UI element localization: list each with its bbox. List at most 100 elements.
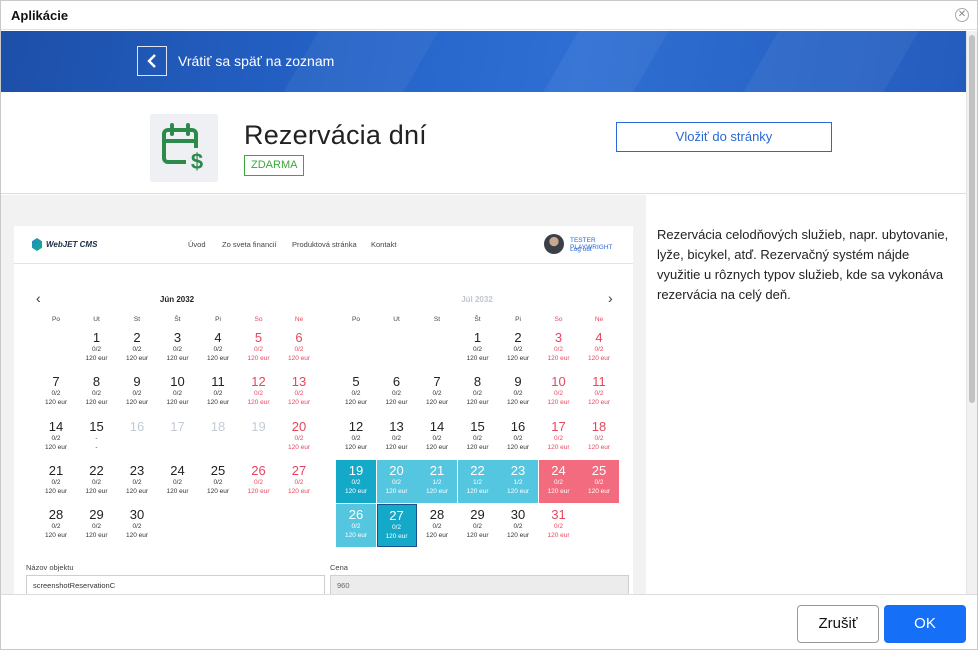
calendar-day[interactable]: 19 — [239, 416, 279, 459]
calendar-day[interactable]: 9 0/2 120 eur — [498, 371, 538, 414]
insert-into-page-button[interactable]: Vložiť do stránky — [616, 122, 832, 152]
day-price: 120 eur — [344, 443, 368, 451]
calendar-day[interactable]: 14 0/2 120 eur — [417, 416, 457, 459]
calendar-day[interactable]: 30 0/2 120 eur — [117, 504, 157, 547]
calendar-day[interactable]: 18 — [198, 416, 238, 459]
calendar-day[interactable]: 1 0/2 120 eur — [458, 327, 498, 370]
close-icon[interactable]: ✕ — [955, 8, 969, 22]
calendar-day[interactable]: 10 0/2 120 eur — [158, 371, 198, 414]
day-number: 14 — [48, 418, 64, 434]
scrollbar[interactable] — [966, 31, 977, 594]
day-price: 120 eur — [587, 443, 611, 451]
day-price: 120 eur — [206, 399, 230, 407]
weekday-label: St — [433, 316, 441, 323]
day-occupancy: 0/2 — [294, 390, 304, 398]
calendar-day[interactable]: 10 0/2 120 eur — [539, 371, 579, 414]
calendar-day[interactable]: 7 0/2 120 eur — [36, 371, 76, 414]
calendar-day[interactable]: 29 0/2 120 eur — [458, 504, 498, 547]
calendar-day[interactable]: 11 0/2 120 eur — [579, 371, 619, 414]
calendar-day[interactable]: 13 0/2 120 eur — [279, 371, 319, 414]
calendar-day[interactable]: 31 0/2 120 eur — [539, 504, 579, 547]
day-number: 3 — [173, 330, 182, 345]
calendar-day[interactable]: 13 0/2 120 eur — [377, 416, 417, 459]
calendar-day[interactable]: 23 0/2 120 eur — [117, 460, 157, 503]
calendar-day[interactable]: 12 0/2 120 eur — [336, 416, 376, 459]
calendar-dollar-icon: $ — [150, 114, 218, 182]
calendar-day[interactable]: 8 0/2 120 eur — [77, 371, 117, 414]
day-number: 24 — [170, 462, 185, 478]
day-price: 120 eur — [44, 399, 68, 407]
calendar-day[interactable]: 16 0/2 120 eur — [498, 416, 538, 459]
day-price: 120 eur — [385, 443, 408, 451]
logo-text: WebJET CMS — [46, 240, 98, 249]
calendar-day[interactable]: 24 0/2 120 eur — [158, 460, 198, 503]
cancel-button[interactable]: Zrušiť — [797, 605, 879, 643]
calendar-day[interactable]: 24 0/2 120 eur — [538, 459, 579, 503]
calendar-day[interactable]: 19 0/2 120 eur — [336, 459, 376, 503]
calendar-day[interactable]: 26 0/2 120 eur — [239, 460, 279, 503]
day-number: 9 — [514, 374, 522, 390]
calendar-day[interactable]: 14 0/2 120 eur — [36, 416, 76, 459]
back-link[interactable]: Vrátiť sa späť na zoznam — [178, 53, 334, 69]
calendar-day[interactable]: 28 0/2 120 eur — [417, 504, 457, 547]
calendar-day[interactable]: 2 0/2 120 eur — [498, 327, 538, 370]
calendar-day[interactable]: 11 0/2 120 eur — [198, 371, 238, 414]
calendar-day[interactable]: 5 0/2 120 eur — [336, 371, 376, 414]
calendar-day[interactable]: 20 0/2 120 eur — [279, 416, 319, 459]
calendar-day[interactable]: 8 0/2 120 eur — [458, 371, 498, 414]
calendar-day[interactable]: 27 0/2 120 eur — [279, 460, 319, 503]
calendar-day[interactable]: 25 0/2 120 eur — [579, 459, 619, 503]
scrollbar-thumb[interactable] — [969, 35, 975, 403]
calendar-day[interactable]: 4 0/2 120 eur — [198, 327, 238, 370]
day-number: 12 — [251, 374, 266, 390]
calendar-day[interactable]: 29 0/2 120 eur — [77, 504, 117, 547]
calendar-day[interactable]: 15 0/2 120 eur — [458, 416, 498, 459]
day-occupancy: 0/2 — [253, 478, 264, 486]
calendar-day[interactable]: 5 0/2 120 eur — [239, 327, 279, 370]
calendar-day[interactable]: 3 0/2 120 eur — [158, 327, 198, 370]
calendar-day[interactable]: 12 0/2 120 eur — [239, 371, 279, 414]
calendar-day[interactable]: 21 0/2 120 eur — [36, 460, 76, 503]
day-number: 7 — [52, 374, 60, 390]
day-price: 120 eur — [466, 399, 489, 407]
calendar-day[interactable]: 17 — [158, 416, 198, 459]
calendar-day[interactable]: 20 0/2 120 eur — [376, 459, 417, 503]
price-input: 960 — [330, 575, 629, 594]
day-number: 17 — [170, 418, 185, 434]
back-button[interactable] — [137, 46, 167, 76]
calendar-day[interactable]: 26 0/2 120 eur — [336, 504, 376, 548]
calendar-day[interactable]: 17 0/2 120 eur — [539, 416, 579, 459]
calendar-day[interactable]: 23 1/2 120 eur — [498, 459, 538, 503]
calendar-day[interactable]: 22 1/2 120 eur — [457, 459, 498, 503]
day-price: 120 eur — [247, 399, 270, 407]
calendar-day[interactable]: 27 0/2 120 eur — [376, 504, 417, 548]
calendar-day[interactable]: 21 1/2 120 eur — [417, 459, 457, 503]
calendar-day[interactable]: 30 0/2 120 eur — [498, 504, 538, 547]
day-occupancy: 0/2 — [472, 523, 483, 531]
calendar-day[interactable]: 15- - — [77, 416, 117, 459]
calendar-day[interactable]: 4 0/2 120 eur — [579, 327, 619, 370]
day-number: 14 — [429, 418, 445, 434]
chevron-right-icon: › — [608, 290, 613, 306]
day-price: 120 eur — [506, 532, 530, 540]
weekday-label: Št — [174, 316, 181, 323]
ok-button[interactable]: OK — [884, 605, 966, 643]
calendar-day[interactable]: 7 0/2 120 eur — [417, 371, 457, 414]
month-title-july: Júl 2032 — [461, 295, 493, 304]
day-number: 29 — [470, 507, 485, 523]
calendar-day[interactable]: 9 0/2 120 eur — [117, 371, 157, 414]
calendar-day[interactable]: 18 0/2 120 eur — [579, 416, 619, 459]
day-number: 26 — [348, 507, 364, 523]
calendar-day[interactable]: 2 0/2 120 eur — [117, 327, 157, 370]
day-price: 120 eur — [587, 399, 611, 407]
day-number: 15 — [89, 418, 104, 434]
calendar-day[interactable]: 16 — [117, 416, 157, 459]
calendar-day[interactable]: 6 0/2 120 eur — [279, 327, 319, 370]
calendar-day[interactable]: 22 0/2 120 eur — [77, 460, 117, 503]
calendar-day[interactable]: 6 0/2 120 eur — [377, 371, 417, 414]
calendar-day[interactable]: 28 0/2 120 eur — [36, 504, 76, 547]
day-occupancy: 0/2 — [91, 346, 102, 353]
calendar-day[interactable]: 1 0/2 120 eur — [77, 327, 117, 370]
calendar-day[interactable]: 3 0/2 120 eur — [539, 327, 579, 370]
calendar-day[interactable]: 25 0/2 120 eur — [198, 460, 238, 503]
